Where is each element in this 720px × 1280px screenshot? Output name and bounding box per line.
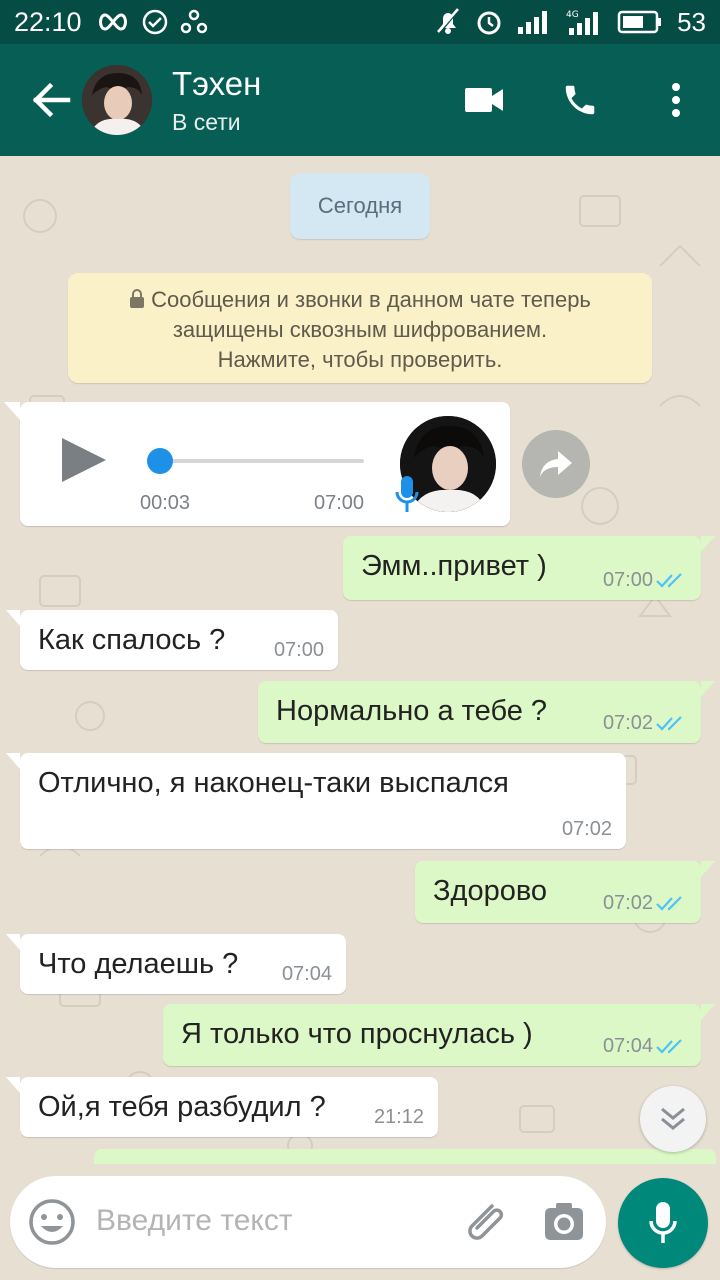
message-time: 07:00 <box>273 639 324 661</box>
message-input-placeholder: Введите текст <box>96 1204 293 1237</box>
message-text: Эмм..привет ) <box>361 550 547 582</box>
scroll-down-button[interactable] <box>640 1086 706 1152</box>
message-text: Как спалось ? <box>38 624 226 656</box>
voice-progress-track[interactable] <box>154 459 364 463</box>
voice-timestamp: 07:00 <box>314 492 365 514</box>
camera-icon[interactable] <box>542 1200 586 1244</box>
message-text: Отлично, я наконец-таки выспался <box>38 767 509 799</box>
play-icon <box>62 438 106 482</box>
forward-icon <box>540 451 572 477</box>
double-check-icon <box>656 1038 682 1054</box>
alarm-icon <box>477 11 501 35</box>
message-text: Здорово <box>433 875 548 907</box>
lock-icon <box>130 289 145 308</box>
video-camera-icon <box>465 88 503 112</box>
voice-message: 00:03 07:00 <box>4 402 510 526</box>
message-text: Нормально а тебе ? <box>276 695 548 727</box>
message-input[interactable]: Введите текст <box>10 1176 606 1268</box>
microphone-icon <box>395 476 419 512</box>
message-time: 07:02 <box>602 892 653 914</box>
contact-status: В сети <box>172 108 241 135</box>
signal-4g-icon: 4G <box>566 10 599 35</box>
paperclip-icon[interactable] <box>462 1200 508 1244</box>
double-check-icon <box>656 895 682 911</box>
input-bar: Введите текст <box>0 1164 720 1280</box>
emoji-icon[interactable] <box>26 1196 78 1248</box>
arrow-left-icon <box>32 82 71 118</box>
message-bubble[interactable]: Отлично, я наконец-таки выспался 07:02 <box>6 753 626 849</box>
date-chip: Сегодня <box>290 173 430 239</box>
contact-avatar[interactable] <box>82 65 152 135</box>
message-time: 07:04 <box>281 963 332 985</box>
contact-name[interactable]: Тэхен <box>172 65 261 103</box>
record-voice-button[interactable] <box>618 1178 708 1268</box>
network-label: 4G <box>566 10 579 20</box>
message-bubble[interactable]: Что делаешь ? 07:04 <box>6 934 346 994</box>
chevron-double-down-icon <box>661 1107 685 1130</box>
message-time: 21:12 <box>373 1106 424 1128</box>
check-circle-icon <box>142 9 167 35</box>
message-time: 07:00 <box>602 569 653 591</box>
message-time: 07:02 <box>561 818 612 840</box>
message-bubble[interactable]: Я только что проснулась ) 07:04 <box>163 1004 715 1066</box>
partial-message-bubble <box>94 1149 716 1164</box>
message-bubble[interactable]: Эмм..привет ) 07:00 <box>343 536 715 600</box>
notice-line-3: Нажмите, чтобы проверить. <box>217 347 503 372</box>
status-time: 22:10 <box>14 6 82 37</box>
forward-button[interactable] <box>522 430 590 498</box>
menu-button[interactable] <box>646 70 706 130</box>
double-check-icon <box>656 572 682 588</box>
message-time: 07:02 <box>602 712 653 734</box>
infinity-icon <box>98 13 127 31</box>
phone-icon <box>565 85 595 115</box>
message-bubble[interactable]: Как спалось ? 07:00 <box>6 610 338 670</box>
message-bubble[interactable]: Здорово 07:02 <box>415 861 715 923</box>
voice-progress-knob[interactable] <box>147 448 174 474</box>
status-bar: 22:10 4G 53 <box>0 0 720 44</box>
message-bubble[interactable]: Ой,я тебя разбудил ? 21:12 <box>6 1077 438 1137</box>
notice-line-2: защищены сквозным шифрованием. <box>172 317 548 342</box>
battery-percent: 53 <box>677 6 706 37</box>
message-time: 07:04 <box>602 1035 653 1057</box>
message-text: Я только что проснулась ) <box>181 1018 533 1050</box>
microphone-icon <box>649 1202 677 1243</box>
message-text: Что делаешь ? <box>38 948 239 980</box>
message-text: Ой,я тебя разбудил ? <box>38 1091 326 1123</box>
double-check-icon <box>656 715 682 731</box>
nodes-icon <box>180 9 207 34</box>
notice-line-1: Сообщения и звонки в данном чате теперь <box>151 287 591 312</box>
voice-elapsed: 00:03 <box>140 492 191 514</box>
encryption-notice[interactable]: Сообщения и звонки в данном чате теперь … <box>68 273 652 383</box>
signal-icon <box>518 11 548 34</box>
message-bubble[interactable]: Нормально а тебе ? 07:02 <box>258 681 715 743</box>
more-vertical-icon <box>672 83 680 117</box>
video-call-button[interactable] <box>454 70 514 130</box>
voice-call-button[interactable] <box>550 70 610 130</box>
battery-icon <box>617 10 662 34</box>
bell-off-icon <box>436 8 460 35</box>
back-button[interactable] <box>22 70 82 130</box>
chat-area[interactable]: Сегодня Сообщения и звонки в данном чате… <box>0 156 720 1164</box>
play-button[interactable] <box>56 432 112 488</box>
chat-header: Тэхен В сети <box>0 44 720 156</box>
